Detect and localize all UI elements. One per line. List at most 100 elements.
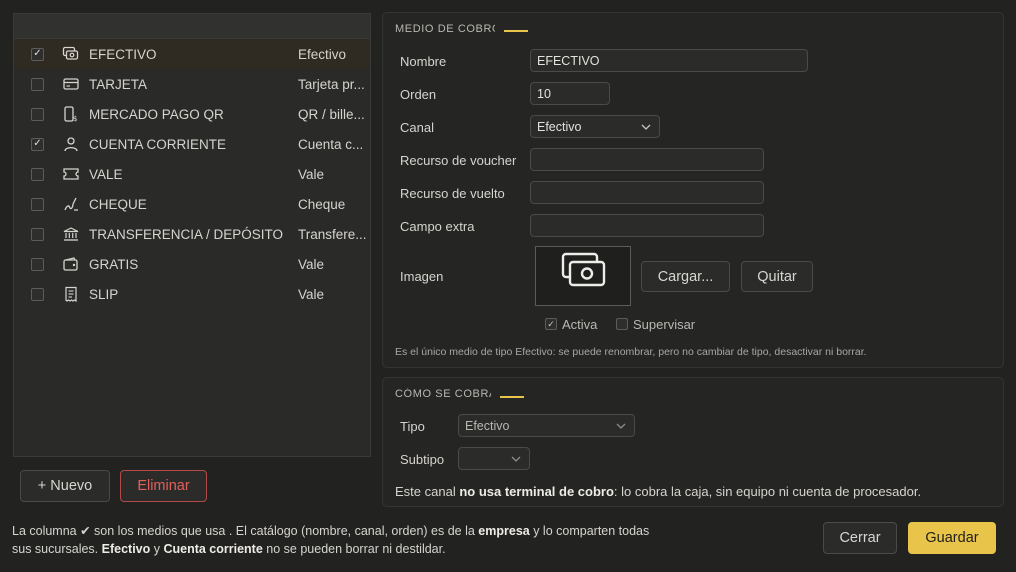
check-icon: ✓ <box>33 48 42 59</box>
method-channel: Cheque <box>298 196 346 212</box>
method-checkbox[interactable] <box>31 107 44 121</box>
user-icon <box>64 137 78 152</box>
footer-text-part: y lo comparten todas <box>529 524 650 538</box>
method-checkbox[interactable] <box>31 77 44 91</box>
wallet-icon <box>63 257 78 271</box>
voucher-label: Recurso de voucher <box>400 153 517 168</box>
list-item[interactable]: ✓ CUENTA CORRIENTE Cuenta c... <box>14 129 370 159</box>
footer-text-part: La columna ✔ son los medios que usa . El… <box>12 524 479 538</box>
method-name: VALE <box>89 166 123 182</box>
activa-label: Activa <box>562 317 598 332</box>
method-checkbox[interactable] <box>31 287 44 301</box>
method-channel: Vale <box>298 286 325 302</box>
voucher-input[interactable] <box>530 148 764 171</box>
list-header <box>14 14 370 39</box>
canal-select-value: Efectivo <box>537 119 582 134</box>
method-checkbox[interactable] <box>31 167 44 181</box>
list-rows: ✓ EFECTIVO Efectivo TARJETA Tarjeta pr... $ ME… <box>14 39 370 309</box>
chevron-down-icon <box>616 423 626 429</box>
tipo-select-value: Efectivo <box>465 418 510 433</box>
list-item[interactable]: TRANSFERENCIA / DEPÓSITO Transfere... <box>14 219 370 249</box>
method-channel: Cuenta c... <box>298 136 364 152</box>
cheque-icon <box>64 197 78 211</box>
footer-text-part: no se pueden borrar ni destildar. <box>262 542 446 556</box>
list-item[interactable]: TARJETA Tarjeta pr... <box>14 69 370 99</box>
method-checkbox[interactable]: ✓ <box>31 47 44 61</box>
tipo-label: Tipo <box>400 419 425 434</box>
method-channel: Transfere... <box>298 226 367 242</box>
cobro-info-bold: no usa terminal de cobro <box>459 484 614 499</box>
medio-de-cobro-group: MEDIO DE COBRO Nombre EFECTIVO Orden 10 … <box>382 12 1004 368</box>
footer-help-text: La columna ✔ son los medios que usa . El… <box>12 522 649 558</box>
footer-bold-part: Efectivo <box>101 542 151 556</box>
ticket-icon <box>63 168 79 180</box>
method-checkbox[interactable] <box>31 227 44 241</box>
footer-text-part: y <box>150 542 164 556</box>
footer-bold-part: Cuenta corriente <box>163 542 263 556</box>
cobro-info: Este canal no usa terminal de cobro: lo … <box>395 484 921 499</box>
list-item[interactable]: VALE Vale <box>14 159 370 189</box>
list-item[interactable]: SLIP Vale <box>14 279 370 309</box>
method-name: CUENTA CORRIENTE <box>89 136 227 152</box>
method-channel: Vale <box>298 256 325 272</box>
subtipo-label: Subtipo <box>400 452 445 467</box>
close-button[interactable]: Cerrar <box>823 522 897 554</box>
group-accent <box>500 396 524 398</box>
load-image-button[interactable]: Cargar... <box>641 261 730 292</box>
check-icon: ✓ <box>547 318 555 329</box>
group-accent <box>504 30 528 32</box>
list-item[interactable]: GRATIS Vale <box>14 249 370 279</box>
method-checkbox[interactable] <box>31 257 44 271</box>
method-checkbox[interactable]: ✓ <box>31 137 44 151</box>
imagen-label: Imagen <box>400 269 444 284</box>
bank-icon <box>63 227 79 241</box>
cobro-info-prefix: Este canal <box>395 484 460 499</box>
phone-pay-icon: $ <box>64 106 77 122</box>
list-item[interactable]: ✓ EFECTIVO Efectivo <box>14 39 370 69</box>
method-name: EFECTIVO <box>89 46 157 62</box>
list-item[interactable]: $ MERCADO PAGO QR QR / bille... <box>14 99 370 129</box>
new-button[interactable]: + Nuevo <box>20 470 110 502</box>
group-title-como: CÓMO SE COBRA <box>395 388 491 400</box>
check-icon: ✓ <box>33 138 42 149</box>
extra-input[interactable] <box>530 214 764 237</box>
vuelto-input[interactable] <box>530 181 764 204</box>
footer-text-part: sus sucursales. <box>12 542 102 556</box>
medio-note: Es el único medio de tipo Efectivo: se p… <box>395 346 867 358</box>
group-title-medio: MEDIO DE COBRO <box>395 23 495 35</box>
method-name: TARJETA <box>89 76 148 92</box>
orden-input[interactable]: 10 <box>530 82 610 105</box>
footer-bold-part: empresa <box>478 524 530 538</box>
extra-label: Campo extra <box>400 219 475 234</box>
cash-icon <box>62 46 79 60</box>
footer-line-2: sus sucursales. Efectivo y Cuenta corrie… <box>12 540 649 558</box>
orden-label: Orden <box>400 87 437 102</box>
footer-line-1: La columna ✔ son los medios que usa . El… <box>12 522 649 540</box>
supervisar-label: Supervisar <box>633 317 696 332</box>
receipt-icon <box>65 286 77 302</box>
method-channel: QR / bille... <box>298 106 365 122</box>
nombre-label: Nombre <box>400 54 447 69</box>
payment-methods-list: ✓ EFECTIVO Efectivo TARJETA Tarjeta pr... $ ME… <box>13 13 371 457</box>
remove-image-button[interactable]: Quitar <box>741 261 813 292</box>
save-button[interactable]: Guardar <box>908 522 996 554</box>
chevron-down-icon <box>641 124 651 130</box>
card-icon <box>63 78 79 90</box>
method-checkbox[interactable] <box>31 197 44 211</box>
method-name: GRATIS <box>89 256 139 272</box>
list-item[interactable]: CHEQUE Cheque <box>14 189 370 219</box>
delete-button[interactable]: Eliminar <box>120 470 207 502</box>
chevron-down-icon <box>511 456 521 462</box>
svg-text:$: $ <box>73 115 77 122</box>
activa-checkbox[interactable]: ✓ <box>545 318 557 330</box>
method-name: CHEQUE <box>89 196 147 212</box>
method-name: MERCADO PAGO QR <box>89 106 224 122</box>
canal-select[interactable]: Efectivo <box>530 115 660 138</box>
tipo-select[interactable]: Efectivo <box>458 414 635 437</box>
como-se-cobra-group: CÓMO SE COBRA Tipo Efectivo Subtipo Este… <box>382 377 1004 507</box>
nombre-input[interactable]: EFECTIVO <box>530 49 808 72</box>
method-name: TRANSFERENCIA / DEPÓSITO <box>89 226 284 242</box>
subtipo-select[interactable] <box>458 447 530 470</box>
method-channel: Efectivo <box>298 46 347 62</box>
supervisar-checkbox[interactable] <box>616 318 628 330</box>
